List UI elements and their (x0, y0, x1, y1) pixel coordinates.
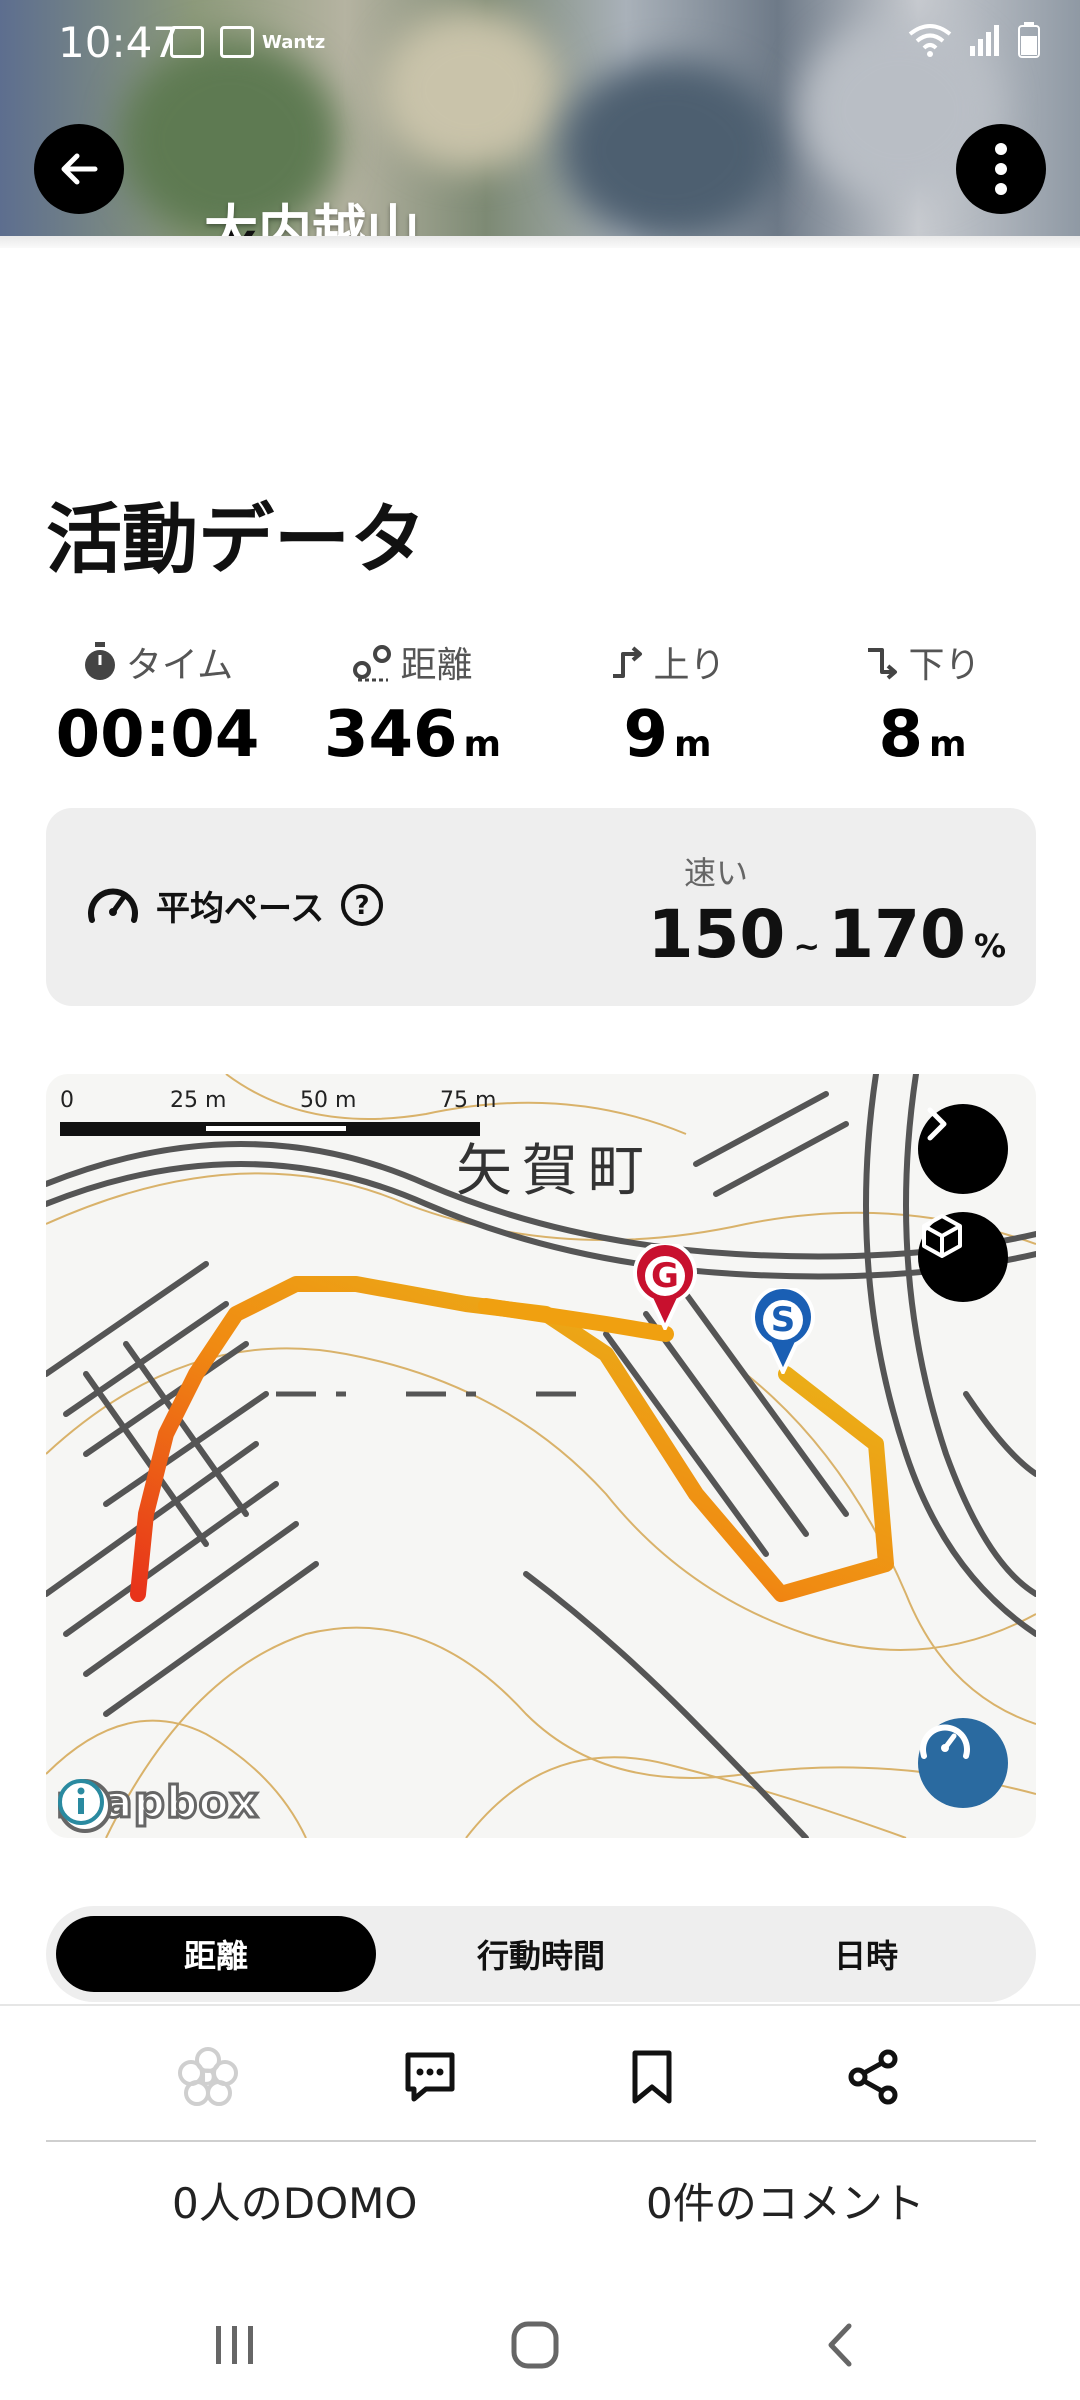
pace-range-separator: ~ (793, 927, 821, 965)
domo-count[interactable]: 0人のDOMO (172, 2170, 417, 2231)
speedometer-icon (88, 888, 138, 923)
status-bar: 10:47 Wantz (0, 0, 1080, 86)
tab-distance[interactable]: 距離 (56, 1916, 376, 1992)
stat-ascent: 上り 9m (540, 634, 795, 772)
scale-label: 0 (60, 1088, 74, 1113)
stat-distance: 距離 346 m (285, 634, 540, 772)
goal-marker-label: G (651, 1256, 679, 1296)
stat-unit: m (674, 724, 712, 765)
question-icon: ? (341, 884, 384, 926)
stat-label: タイム (125, 645, 234, 686)
domo-flower-icon: D (178, 2047, 238, 2106)
header-photo: 10:47 Wantz Yoyo 大内越山 (0, 0, 1080, 248)
svg-text:?: ? (355, 891, 370, 921)
scale-label: 50 m (300, 1088, 357, 1113)
stat-value: 8 (878, 698, 923, 772)
divider (46, 2140, 1036, 2142)
pace-help-button[interactable]: ? (340, 883, 384, 927)
battery-icon (1018, 22, 1040, 58)
comment-icon (405, 2052, 455, 2102)
pace-range: 150 ~170% (648, 896, 1006, 973)
home-icon (511, 2321, 559, 2369)
cube-icon (922, 1214, 962, 1258)
svg-text:D: D (199, 2066, 217, 2091)
more-vertical-icon (995, 143, 1007, 195)
pace-label: 平均ペース (156, 888, 325, 929)
stat-label: 距離 (400, 645, 473, 686)
stat-label: 上り (653, 645, 726, 686)
ascent-icon (613, 646, 643, 678)
domo-button[interactable]: D (175, 2044, 241, 2110)
stat-value: 346 (323, 698, 458, 772)
arrow-left-icon (61, 153, 98, 185)
share-icon (848, 2049, 898, 2105)
pace-range-high: 170 (828, 896, 966, 973)
chevron-left-icon (828, 2323, 852, 2367)
pace-unit: % (973, 927, 1006, 965)
mapbox-attribution: mapbox (54, 1776, 273, 1833)
map-place-label: 矢賀町 (456, 1139, 654, 1204)
system-nav-bar (0, 2280, 1080, 2400)
recent-apps-button[interactable] (200, 2310, 270, 2380)
signal-icon (970, 25, 999, 56)
route-icon (353, 645, 392, 682)
stat-time: タイム 00:04 (30, 634, 285, 772)
pace-range-low: 150 (647, 896, 786, 973)
pace-speed-label: 速い (684, 854, 749, 892)
system-back-button[interactable] (805, 2310, 875, 2380)
bookmark-button[interactable] (619, 2044, 685, 2110)
activity-stats: タイム 00:04 距離 346 m 上り 9m 下り 8m (30, 634, 1050, 774)
stat-value: 00:04 (55, 698, 260, 772)
map-expand-button[interactable] (918, 1104, 1008, 1194)
scale-label: 25 m (170, 1088, 227, 1113)
start-marker-label: S (770, 1300, 796, 1340)
average-pace-card: 平均ペース ? 速い 150 ~170% (46, 808, 1036, 1006)
route-map[interactable]: 0 25 m 50 m 75 m 矢賀町 G S mapbox (46, 1074, 1036, 1838)
bookmark-icon (632, 2050, 672, 2104)
back-button[interactable] (34, 124, 124, 214)
section-title: 活動データ (46, 495, 426, 584)
stopwatch-icon (84, 642, 115, 680)
comment-count[interactable]: 0件のコメント (646, 2170, 925, 2231)
chart-axis-tabs: 距離 行動時間 日時 (46, 1906, 1036, 2002)
stat-unit: m (463, 724, 502, 765)
status-time: 10:47 (58, 18, 180, 67)
home-button[interactable] (500, 2310, 570, 2380)
descent-icon (868, 648, 898, 680)
stat-descent: 下り 8m (795, 634, 1050, 772)
share-button[interactable] (840, 2044, 906, 2110)
tab-datetime[interactable]: 日時 (706, 1916, 1026, 1992)
wifi-icon (908, 24, 952, 57)
recent-apps-icon (216, 2326, 253, 2364)
stat-unit: m (929, 724, 967, 765)
speedometer-icon (920, 1724, 970, 1759)
wantedly-icon: Wantz (262, 32, 326, 53)
stat-label: 下り (908, 645, 981, 686)
stat-value: 9 (623, 698, 668, 772)
more-menu-button[interactable] (956, 124, 1046, 214)
info-icon (58, 1779, 104, 1825)
gallery-icon (170, 26, 204, 58)
news-icon (220, 26, 254, 58)
tab-moving-time[interactable]: 行動時間 (381, 1916, 701, 1992)
comment-button[interactable] (397, 2044, 463, 2110)
action-bar: D (0, 2004, 1080, 2146)
chevron-right-icon (927, 1107, 947, 1141)
pace-gauge-button[interactable] (918, 1718, 1008, 1808)
map-3d-button[interactable] (918, 1212, 1008, 1302)
scale-label: 75 m (440, 1088, 497, 1113)
